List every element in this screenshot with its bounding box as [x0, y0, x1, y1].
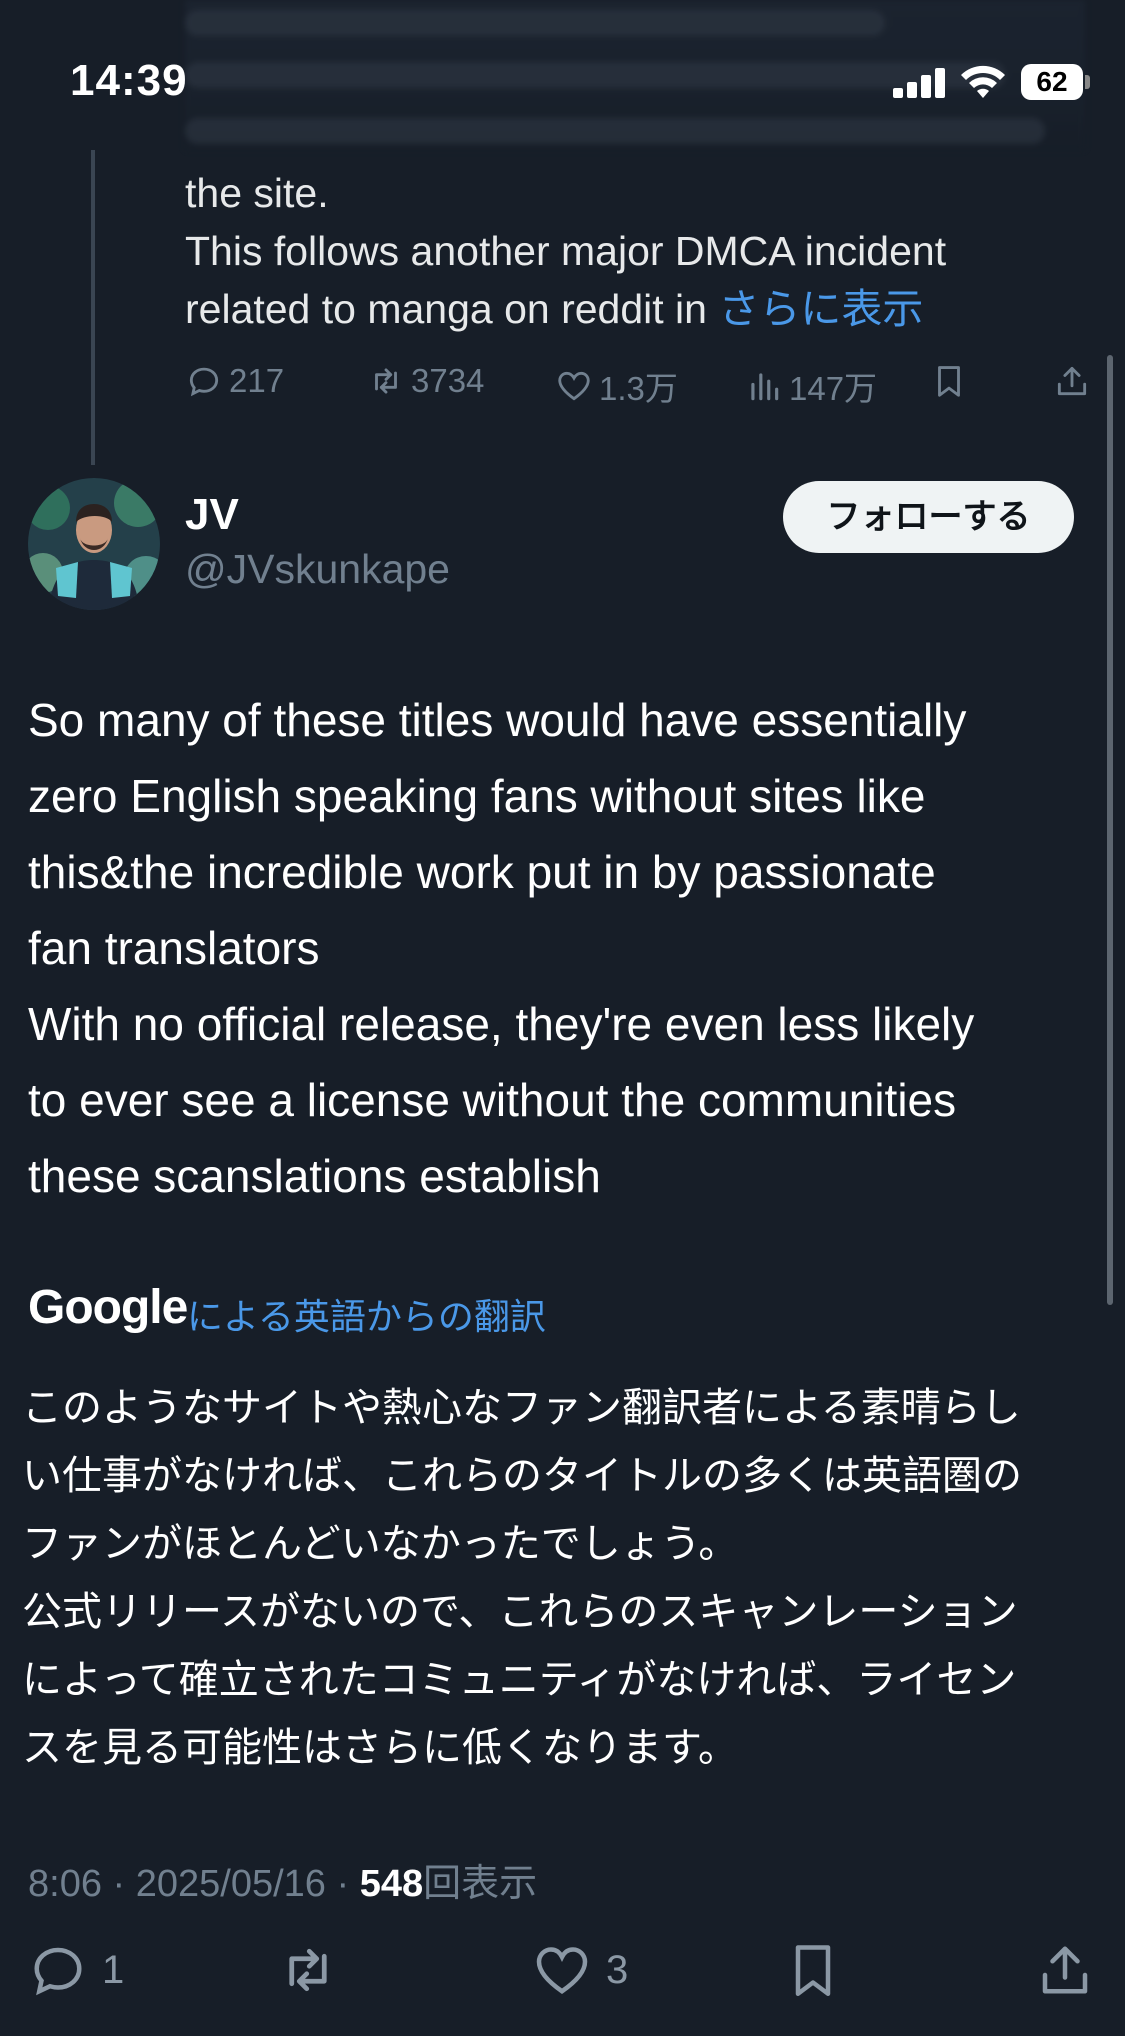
follow-button[interactable]: フォローする [783, 481, 1074, 553]
parent-tweet-actions: 217 3734 1.3万 147万 [185, 362, 1095, 412]
bookmark-button[interactable] [783, 1940, 857, 2000]
heart-icon [558, 371, 590, 401]
parent-text-line: This follows another major DMCA incident [185, 228, 947, 274]
wifi-icon [961, 65, 1005, 98]
author-name[interactable]: JV [185, 490, 239, 540]
parent-share-button[interactable] [1053, 362, 1097, 400]
tweet-actions: 1 3 [0, 1940, 1125, 2020]
reply-button[interactable]: 1 [28, 1940, 124, 2000]
parent-text-line: related to manga on reddit in [185, 286, 719, 332]
parent-reply-count: 217 [229, 362, 285, 399]
parent-repost-count: 3734 [411, 362, 485, 399]
status-time: 14:39 [70, 56, 188, 105]
tweet-meta: 8:06 · 2025/05/16 · 548回表示 [28, 1852, 537, 1907]
avatar[interactable] [28, 478, 160, 610]
tweet-date: 2025/05/16 [135, 1863, 326, 1905]
blurred-overlay [185, 0, 1085, 150]
parent-like-button[interactable]: 1.3万 [555, 362, 678, 410]
battery-indicator: 62 [1021, 64, 1083, 100]
like-button[interactable]: 3 [532, 1940, 628, 2000]
show-more-link[interactable]: さらに表示 [718, 286, 923, 332]
scrollbar[interactable] [1107, 355, 1113, 1305]
parent-bookmark-button[interactable] [930, 362, 974, 400]
like-count: 3 [606, 1947, 629, 1992]
heart-icon [536, 1947, 588, 1994]
repost-button[interactable] [278, 1940, 352, 2000]
battery-cap [1085, 75, 1090, 89]
tweet-time: 8:06 [28, 1863, 102, 1905]
views-label: 回表示 [423, 1863, 538, 1905]
bookmark-icon [938, 366, 960, 397]
share-icon [1042, 1946, 1088, 1994]
views-chart-icon [751, 373, 779, 401]
parent-like-count: 1.3万 [599, 370, 678, 407]
share-button[interactable] [1035, 1940, 1109, 2000]
meta-separator: · [325, 1863, 360, 1905]
translated-text: このようなサイトや熱心なファン翻訳者による素晴らし い仕事がなければ、これらのタ… [22, 1386, 1022, 1770]
thread-connector-line [91, 150, 95, 465]
cellular-signal-icon [893, 68, 945, 98]
parent-repost-button[interactable]: 3734 [367, 362, 484, 400]
parent-text-line: the site. [185, 170, 329, 216]
reply-icon [34, 1947, 82, 1996]
reply-count: 1 [102, 1947, 125, 1992]
parent-views-count: 147万 [789, 370, 878, 407]
parent-reply-button[interactable]: 217 [185, 362, 284, 400]
repost-icon [289, 1948, 327, 1992]
repost-icon [375, 368, 397, 394]
parent-views-button[interactable]: 147万 [745, 362, 877, 410]
translation-label[interactable]: による英語からの翻訳 [187, 1288, 546, 1340]
tweet-text: So many of these titles would have essen… [28, 694, 975, 1202]
reply-icon [189, 367, 219, 397]
share-icon [1057, 366, 1087, 396]
bookmark-icon [795, 1945, 831, 1996]
avatar-image [28, 478, 160, 610]
parent-tweet-text[interactable]: the site. This follows another major DMC… [185, 164, 1065, 338]
views-count: 548 [359, 1863, 424, 1905]
google-logo: Google [28, 1281, 188, 1334]
meta-separator: · [101, 1863, 136, 1905]
author-handle[interactable]: @JVskunkape [185, 546, 450, 593]
